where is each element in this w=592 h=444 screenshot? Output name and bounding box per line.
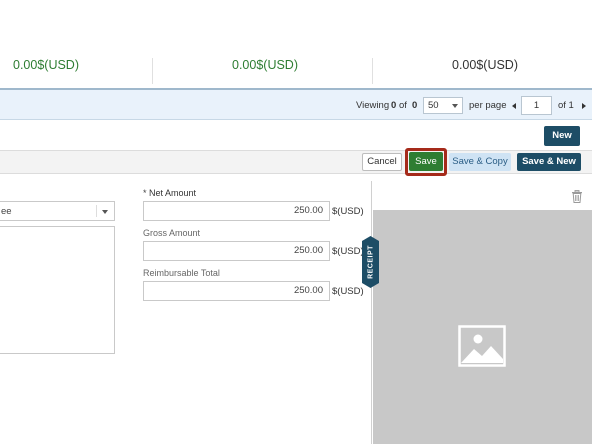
divider — [372, 58, 373, 84]
next-page-icon[interactable] — [582, 103, 586, 109]
divider — [96, 205, 97, 217]
save-button[interactable]: Save — [409, 152, 443, 171]
type-dropdown[interactable]: ee — [0, 201, 115, 221]
required-mark: * — [143, 188, 147, 198]
reimbursable-total-currency: $(USD) — [332, 286, 364, 297]
prev-page-icon[interactable] — [512, 103, 516, 109]
save-and-new-button[interactable]: Save & New — [517, 153, 581, 171]
per-page-label: per page — [469, 100, 507, 111]
per-page-value: 50 — [428, 100, 439, 111]
expense-entry-page: 0.00$(USD) 0.00$(USD) 0.00$(USD) Viewing… — [0, 0, 592, 444]
gross-amount-label: Gross Amount — [143, 228, 201, 238]
reimbursable-total-field[interactable]: 250.00 — [143, 281, 330, 301]
reimbursable-total-summary: 0.00$(USD) — [452, 58, 518, 72]
gross-amount-field[interactable]: 250.00 — [143, 241, 330, 261]
net-total: 0.00$(USD) — [13, 58, 79, 72]
net-amount-label: * Net Amount — [143, 188, 196, 198]
viewing-from: 0 — [391, 100, 397, 111]
net-amount-label-text: Net Amount — [149, 188, 197, 198]
net-amount-field[interactable]: 250.00 — [143, 201, 330, 221]
gross-total: 0.00$(USD) — [232, 58, 298, 72]
receipt-tab-label: RECEIPT — [367, 245, 374, 279]
save-and-copy-button[interactable]: Save & Copy — [449, 153, 511, 171]
viewing-total: 0 — [412, 100, 418, 111]
viewing-of-label: of — [399, 100, 407, 111]
per-page-select[interactable]: 50 — [423, 97, 463, 114]
type-dropdown-value: ee — [1, 206, 12, 217]
pager-bar: Viewing 0 of 0 50 per page 1 of 1 — [0, 88, 592, 120]
of-pages-label: of 1 — [558, 100, 574, 111]
divider — [152, 58, 153, 84]
chevron-down-icon — [452, 104, 458, 108]
image-placeholder-icon — [458, 325, 506, 367]
description-textarea[interactable] — [0, 226, 115, 354]
viewing-label: Viewing — [356, 100, 390, 111]
new-button[interactable]: New — [544, 126, 580, 146]
reimbursable-total-label: Reimbursable Total — [143, 268, 220, 278]
cancel-button[interactable]: Cancel — [362, 153, 402, 171]
chevron-down-icon — [102, 210, 108, 214]
receipt-panel-divider — [371, 181, 372, 444]
receipt-tab[interactable]: RECEIPT — [362, 236, 379, 288]
page-number-input[interactable]: 1 — [521, 96, 552, 115]
net-amount-currency: $(USD) — [332, 206, 364, 217]
trash-icon[interactable] — [571, 190, 583, 203]
gross-amount-currency: $(USD) — [332, 246, 364, 257]
